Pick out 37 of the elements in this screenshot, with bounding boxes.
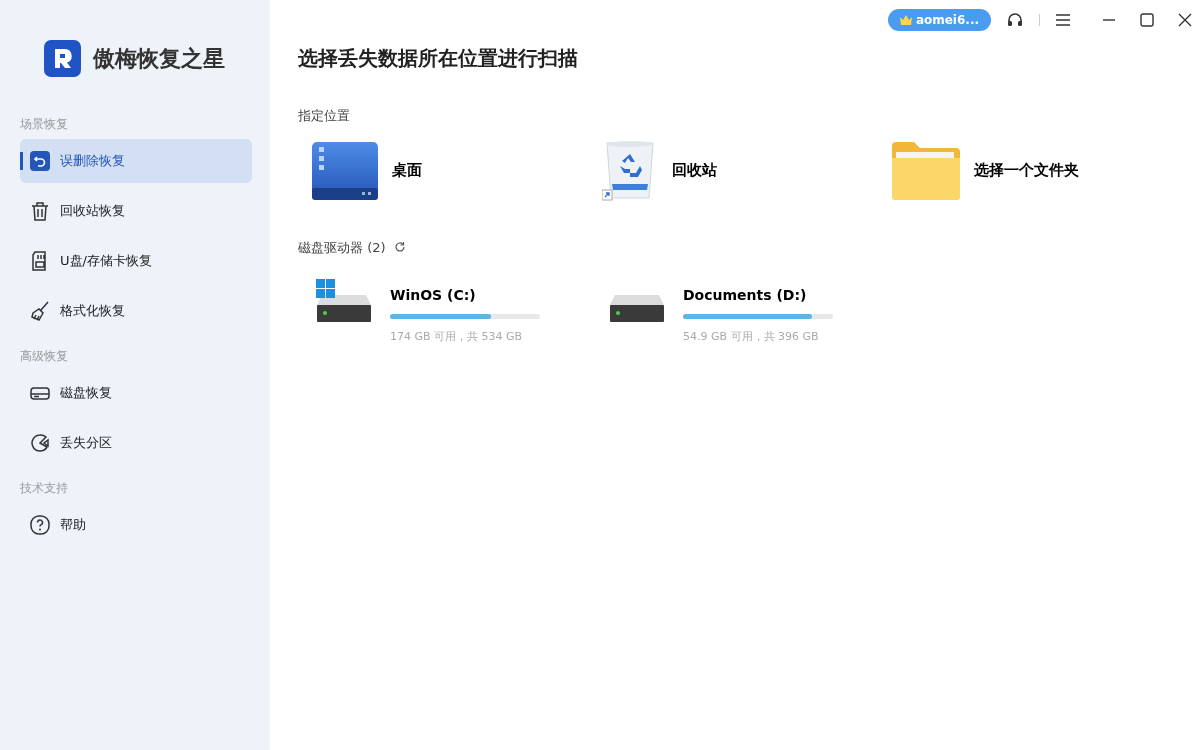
drive-card[interactable]: WinOS (C:) 174 GB 可用，共 534 GB <box>316 279 609 346</box>
group-title: 技术支持 <box>19 480 69 497</box>
drive-capacity: 54.9 GB 可用，共 396 GB <box>683 329 820 345</box>
group-title: 高级恢复 <box>19 348 69 365</box>
maximize-icon[interactable] <box>1140 13 1154 27</box>
help-icon <box>30 515 50 535</box>
close-icon[interactable] <box>1178 13 1192 27</box>
drive-name: Documents (D:) <box>683 286 808 305</box>
group-title: 场景恢复 <box>19 116 69 133</box>
drive-name: WinOS (C:) <box>390 286 477 305</box>
section-title: 磁盘驱动器 (2) <box>298 238 386 257</box>
menu-icon[interactable] <box>1056 14 1070 26</box>
system-drive-icon <box>316 279 372 325</box>
desktop-icon <box>312 141 378 200</box>
drive-capacity: 174 GB 可用，共 534 GB <box>390 329 524 345</box>
pie-chart-icon <box>30 433 50 453</box>
sidebar-item[interactable]: U盘/存储卡恢复 <box>20 239 252 283</box>
crown-icon <box>899 15 912 25</box>
refresh-icon[interactable] <box>393 241 406 254</box>
sidebar-item[interactable]: 格式化恢复 <box>20 289 252 333</box>
sidebar-item[interactable]: 帮助 <box>20 503 252 547</box>
sidebar-item[interactable]: 误删除恢复 <box>20 139 252 183</box>
headset-icon[interactable] <box>1007 12 1023 28</box>
app-name: 傲梅恢复之星 <box>93 45 225 73</box>
trash-icon <box>30 201 50 221</box>
broom-icon <box>30 301 50 321</box>
location-button[interactable]: 回收站 <box>602 139 892 202</box>
drive-card[interactable]: Documents (D:) 54.9 GB 可用，共 396 GB <box>609 279 902 346</box>
sidebar-item[interactable]: 回收站恢复 <box>20 189 252 233</box>
page-heading: 选择丢失数据所在位置进行扫描 <box>298 46 579 70</box>
location-button[interactable]: 桌面 <box>312 139 602 202</box>
app-logo-icon <box>44 40 81 77</box>
location-button[interactable]: 选择一个文件夹 <box>892 139 1182 202</box>
folder-icon <box>892 141 960 200</box>
sidebar-item[interactable]: 磁盘恢复 <box>20 371 252 415</box>
section-title: 指定位置 <box>298 107 351 125</box>
sidebar-item[interactable]: 丢失分区 <box>20 421 252 465</box>
